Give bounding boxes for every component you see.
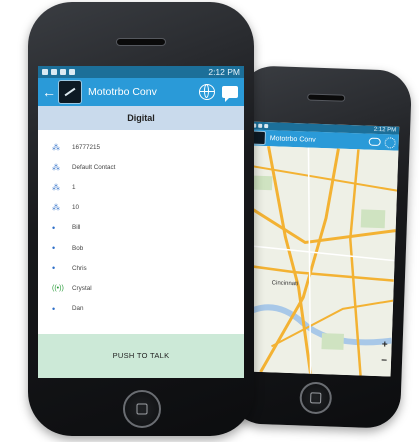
- user-dot-icon: •: [52, 243, 56, 254]
- contact-label: Bob: [72, 244, 84, 252]
- earpiece-speaker: [307, 93, 346, 102]
- app-logo-icon: [58, 80, 82, 104]
- map-phone: 2:12 PM Mototrbo Conv Cincinnati + −: [227, 65, 413, 429]
- contact-label: 10: [72, 204, 80, 212]
- contact-label: Chris: [72, 264, 87, 272]
- active-radio-icon: ((•)): [52, 284, 64, 292]
- notification-icon: [69, 69, 75, 75]
- contact-row[interactable]: • Dan: [38, 299, 244, 319]
- contact-label: 1: [72, 183, 76, 191]
- user-dot-icon: •: [52, 222, 56, 233]
- contact-row[interactable]: ⁂ 16777215: [38, 137, 244, 157]
- group-icon: ⁂: [52, 203, 60, 213]
- toggle-icon[interactable]: [368, 137, 381, 147]
- map-roads: [240, 145, 399, 377]
- home-button[interactable]: [299, 381, 333, 415]
- zoom-in-button[interactable]: +: [382, 339, 388, 350]
- status-bar: 2:12 PM: [38, 66, 244, 78]
- home-button[interactable]: [123, 390, 161, 428]
- back-arrow-icon[interactable]: ←: [42, 84, 58, 100]
- map-screen: 2:12 PM Mototrbo Conv Cincinnati + −: [240, 121, 400, 377]
- mode-label: Digital: [38, 106, 244, 130]
- map-city-label: Cincinnati: [271, 280, 299, 288]
- contact-row[interactable]: ⁂ 10: [38, 198, 244, 218]
- contact-label: Default Contact: [72, 163, 116, 171]
- status-time: 2:12 PM: [373, 126, 397, 134]
- push-to-talk-button[interactable]: PUSH TO TALK: [38, 334, 244, 378]
- contact-row[interactable]: ⁂ Default Contact: [38, 157, 244, 177]
- contact-row[interactable]: ⁂ 1: [38, 177, 244, 197]
- contact-label: Crystal: [72, 284, 92, 292]
- group-icon: ⁂: [52, 182, 60, 192]
- contact-row[interactable]: ((•)) Crystal: [38, 278, 244, 298]
- group-icon: ⁂: [52, 142, 60, 152]
- chat-icon[interactable]: [222, 86, 238, 102]
- earpiece-speaker: [116, 38, 166, 46]
- contact-label: Dan: [72, 305, 84, 313]
- user-dot-icon: •: [52, 303, 56, 314]
- contact-row[interactable]: • Bill: [38, 218, 244, 238]
- notification-icon: [51, 69, 57, 75]
- zoom-out-button[interactable]: −: [381, 355, 387, 366]
- app-bar: ← Mototrbo Conv: [38, 78, 244, 106]
- status-time: 2:12 PM: [208, 67, 240, 77]
- app-title: Mototrbo Conv: [269, 134, 316, 144]
- user-dot-icon: •: [52, 263, 56, 274]
- contact-row[interactable]: • Bob: [38, 238, 244, 258]
- notification-icon: [60, 69, 66, 75]
- notification-icon: [264, 123, 269, 129]
- contact-label: 16777215: [72, 143, 101, 151]
- contact-label: Bill: [72, 224, 81, 232]
- app-title: Mototrbo Conv: [88, 86, 157, 98]
- contact-list: ⁂ 16777215 ⁂ Default Contact ⁂ 1 ⁂ 10 • Bill …: [38, 130, 244, 319]
- gear-icon[interactable]: [384, 136, 396, 149]
- globe-icon[interactable]: [199, 84, 215, 100]
- notification-icon: [258, 123, 263, 128]
- contacts-screen: 2:12 PM ← Mototrbo Conv Digital ⁂ 1677721…: [38, 66, 244, 378]
- contacts-phone: 2:12 PM ← Mototrbo Conv Digital ⁂ 1677721…: [28, 2, 254, 436]
- group-icon: ⁂: [52, 162, 60, 172]
- notification-icon: [42, 69, 48, 75]
- map-view[interactable]: Cincinnati + −: [240, 145, 399, 377]
- contact-row[interactable]: • Chris: [38, 258, 244, 278]
